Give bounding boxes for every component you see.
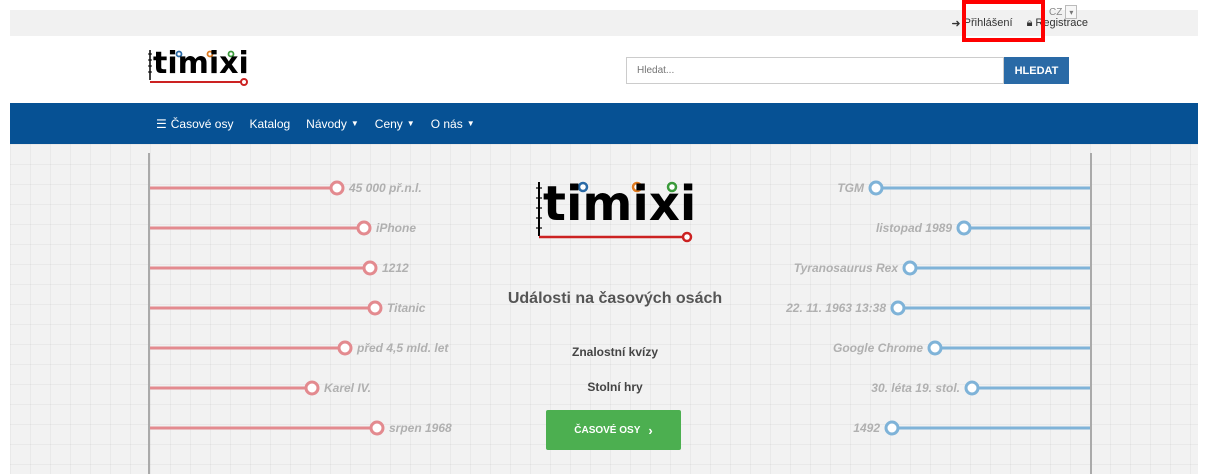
event-label-right[interactable]: 22. 11. 1963 13:38 xyxy=(786,301,886,315)
timeline-node-right xyxy=(956,220,972,236)
chevron-right-icon: › xyxy=(648,422,653,438)
timeline-node-left xyxy=(356,220,372,236)
timeline-node-right xyxy=(902,260,918,276)
timelines-cta-button[interactable]: ČASOVÉ OSY › xyxy=(546,410,681,450)
event-label-right[interactable]: 1492 xyxy=(853,421,880,435)
timeline-node-right xyxy=(964,380,980,396)
timeline-node-left xyxy=(337,340,353,356)
cta-label: ČASOVÉ OSY xyxy=(574,424,641,436)
event-label-right[interactable]: Google Chrome xyxy=(833,341,923,355)
hero-title: Události na časových osách xyxy=(507,290,723,307)
event-label-left[interactable]: Titanic xyxy=(387,301,425,315)
event-label-right[interactable]: TGM xyxy=(837,181,864,195)
timeline-node-right xyxy=(884,420,900,436)
board-games-link[interactable]: Stolní hry xyxy=(470,380,760,394)
event-label-left[interactable]: srpen 1968 xyxy=(389,421,452,435)
event-label-left[interactable]: iPhone xyxy=(376,221,416,235)
timeline-node-left xyxy=(304,380,320,396)
hero-logo: timixi xyxy=(535,176,705,250)
timeline-node-left xyxy=(362,260,378,276)
event-label-left[interactable]: před 4,5 mld. let xyxy=(357,341,448,355)
event-label-right[interactable]: listopad 1989 xyxy=(876,221,952,235)
event-label-left[interactable]: 45 000 př.n.l. xyxy=(349,181,422,195)
hero-logo-text: timixi xyxy=(543,176,697,232)
timeline-node-left xyxy=(369,420,385,436)
event-label-left[interactable]: 1212 xyxy=(382,261,409,275)
timeline-node-right xyxy=(890,300,906,316)
timeline-node-left xyxy=(367,300,383,316)
event-label-right[interactable]: Tyranosaurus Rex xyxy=(794,261,898,275)
event-label-left[interactable]: Karel IV. xyxy=(324,381,371,395)
timeline-node-right xyxy=(927,340,943,356)
timeline-node-right xyxy=(868,180,884,196)
event-label-right[interactable]: 30. léta 19. stol. xyxy=(871,381,960,395)
timeline-node-left xyxy=(329,180,345,196)
quiz-link[interactable]: Znalostní kvízy xyxy=(470,345,760,359)
